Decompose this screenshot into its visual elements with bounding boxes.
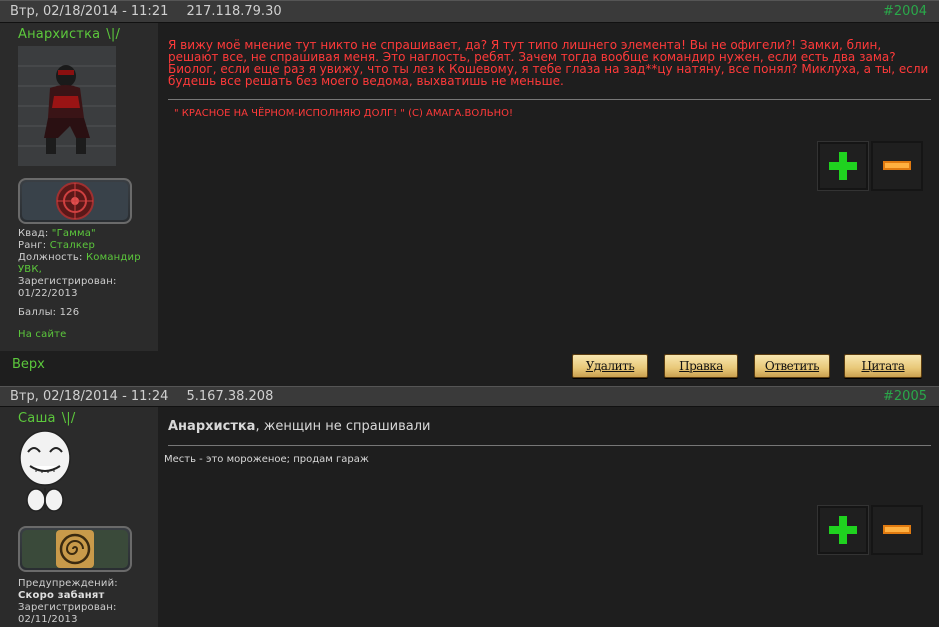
online-status: На сайте <box>18 329 67 340</box>
rank-link[interactable]: Сталкер <box>50 240 95 251</box>
rank-badge <box>18 178 132 224</box>
edit-button[interactable]: Правка <box>664 354 738 378</box>
minus-icon <box>871 505 923 555</box>
post-date: Втр, 02/18/2014 - 11:24 <box>10 389 169 404</box>
squad-line: Квад: "Гамма" <box>18 228 96 239</box>
registered-date: 01/22/2013 <box>18 288 78 299</box>
squad-link[interactable]: "Гамма" <box>52 228 96 239</box>
quoted-user[interactable]: Анархистка <box>168 419 255 434</box>
points: Баллы: 126 <box>18 307 80 318</box>
post-header: Втр, 02/18/2014 - 11:21 217.118.79.30 #2… <box>0 0 939 23</box>
author-name[interactable]: Анархистка \|/ <box>18 27 158 42</box>
post-message: Я вижу моё мнение тут никто не спрашивае… <box>168 38 929 88</box>
author-separator: \|/ <box>61 411 76 426</box>
registered-date: 02/11/2013 <box>18 614 78 625</box>
avatar[interactable] <box>18 430 72 514</box>
reply-button[interactable]: Ответить <box>754 354 830 378</box>
post-2005: Втр, 02/18/2014 - 11:24 5.167.38.208 #20… <box>0 386 939 627</box>
post-content: Я вижу моё мнение тут никто не спрашивае… <box>158 23 939 351</box>
quote-button[interactable]: Цитата <box>844 354 922 378</box>
delete-button[interactable]: Удалить <box>572 354 648 378</box>
post-date: Втр, 02/18/2014 - 11:21 <box>10 4 169 19</box>
registered-label: Зарегистрирован: <box>18 602 117 613</box>
plus-icon <box>818 506 868 554</box>
signature: Месть - это мороженое; продам гараж <box>164 454 369 465</box>
registered-label: Зарегистрирован: <box>18 276 117 287</box>
post-ip: 217.118.79.30 <box>186 4 282 19</box>
back-to-top-link[interactable]: Верх <box>12 357 45 372</box>
warnings-value: Скоро забанят <box>18 590 105 601</box>
post-message: Анархистка, женщин не спрашивали <box>168 419 431 434</box>
rank-line: Ранг: Сталкер <box>18 240 95 251</box>
position-line: Должность: Командир УВК, <box>18 252 141 275</box>
rate-minus-button[interactable] <box>871 505 923 555</box>
swirl-emblem-icon <box>22 530 128 568</box>
post-number-link[interactable]: #2004 <box>883 4 927 19</box>
author-name-text[interactable]: Анархистка <box>18 27 100 42</box>
warnings-label: Предупреждений: <box>18 578 118 589</box>
rate-plus-button[interactable] <box>817 505 869 555</box>
post-ip: 5.167.38.208 <box>186 389 274 404</box>
author-name[interactable]: Саша \|/ <box>18 411 158 426</box>
target-emblem-icon <box>22 182 128 220</box>
rate-minus-button[interactable] <box>871 141 923 191</box>
post-number-link[interactable]: #2005 <box>883 389 927 404</box>
author-panel: Анархистка \|/ Квад: "Гамма" Ранг: Сталк… <box>0 23 158 351</box>
author-name-text[interactable]: Саша <box>18 411 56 426</box>
rate-plus-button[interactable] <box>817 141 869 191</box>
post-content: Анархистка, женщин не спрашивали Месть -… <box>158 407 939 627</box>
post-header: Втр, 02/18/2014 - 11:24 5.167.38.208 #20… <box>0 386 939 407</box>
plus-icon <box>818 142 868 190</box>
signature: " КРАСНОЕ НА ЧЁРНОМ-ИСПОЛНЯЮ ДОЛГ! " (С)… <box>174 108 513 119</box>
rank-badge <box>18 526 132 572</box>
minus-icon <box>871 141 923 191</box>
author-separator: \|/ <box>106 27 121 42</box>
avatar[interactable] <box>18 46 116 166</box>
post-2004: Втр, 02/18/2014 - 11:21 217.118.79.30 #2… <box>0 0 939 381</box>
author-panel: Саша \|/ Предупреждений: Скоро забанят З… <box>0 407 158 627</box>
